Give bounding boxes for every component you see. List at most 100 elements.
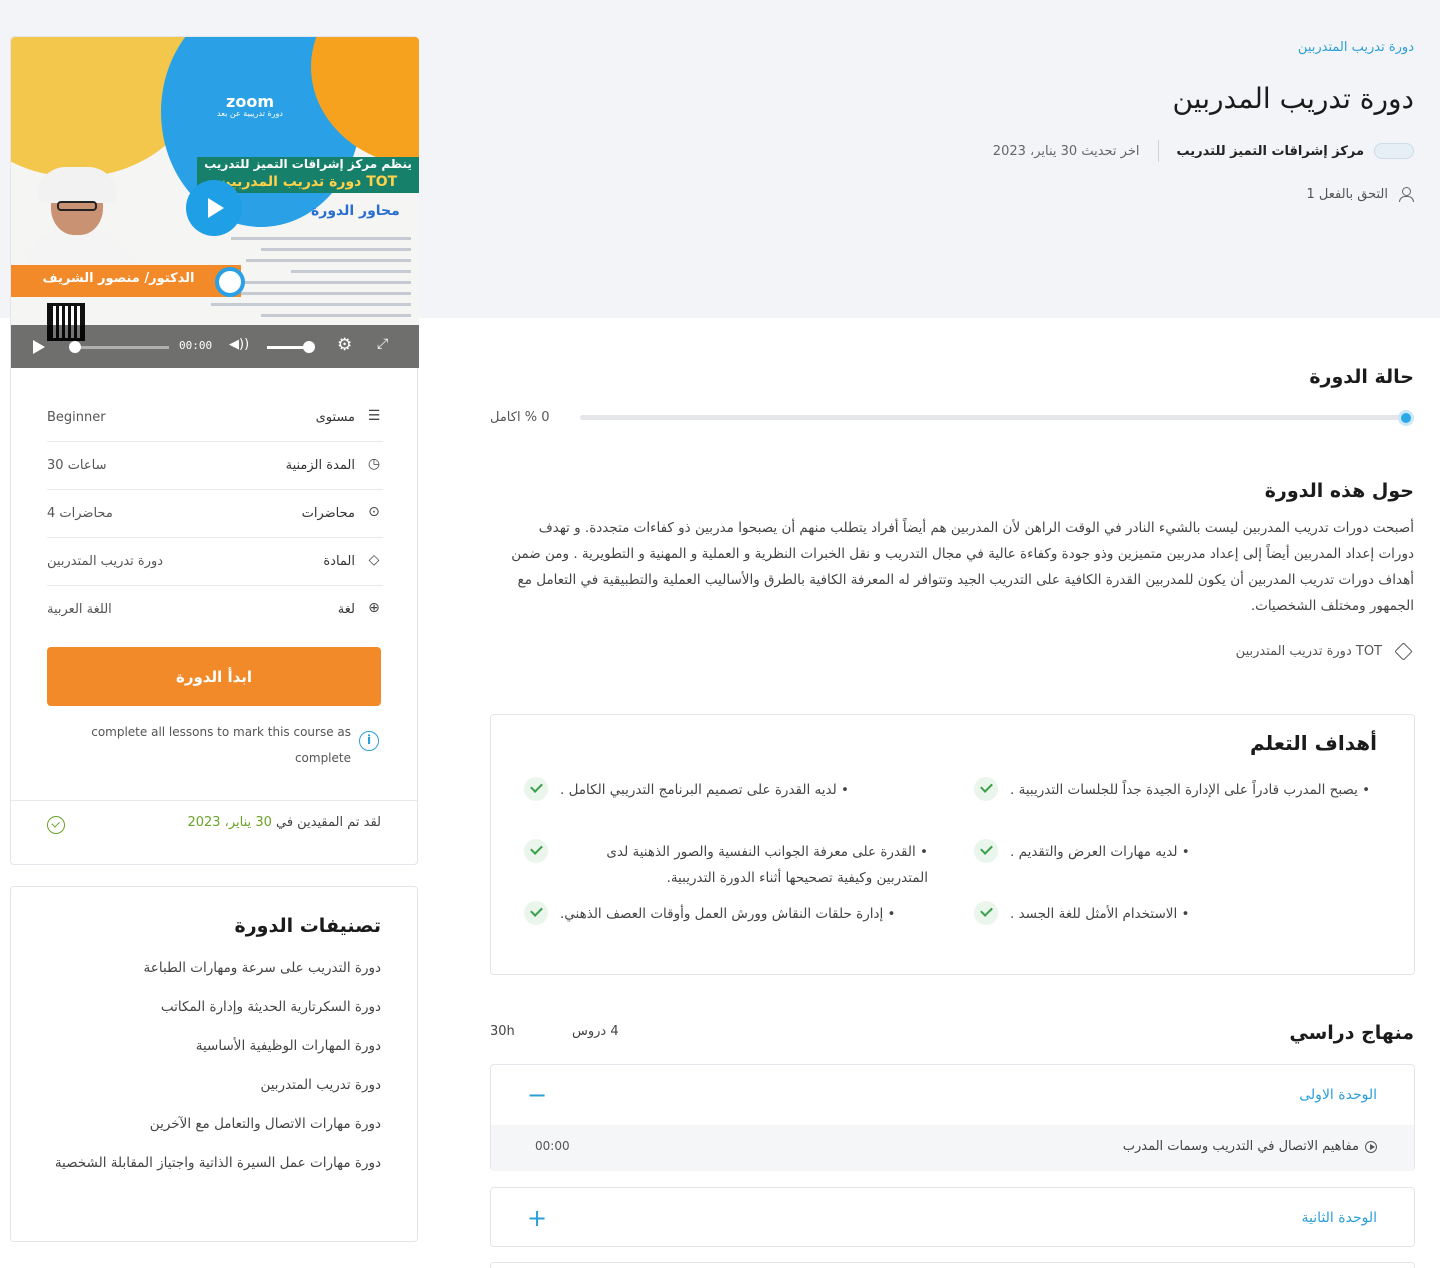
check-icon <box>524 901 548 925</box>
check-icon <box>524 777 548 801</box>
seek-bar[interactable] <box>71 346 169 349</box>
info-row-lectures: ⊙ محاضرات 4 محاضرات <box>47 490 383 538</box>
goal-item: • القدرة على معرفة الجوانب النفسية والصو… <box>524 839 928 891</box>
expand-icon[interactable]: + <box>527 1206 547 1230</box>
progress-indicator <box>1398 410 1414 426</box>
unit-title[interactable]: الوحدة الاولى <box>1299 1087 1377 1103</box>
globe-icon: ⊕ <box>368 600 380 616</box>
category-link[interactable]: دورة مهارات الاتصال والتعامل مع الآخرين <box>41 1111 381 1137</box>
total-hours: 30h <box>490 1024 515 1039</box>
unit-panel: الوحدة الاولى − مفاهيم الاتصال في التدري… <box>490 1064 1415 1171</box>
course-status-title: حالة الدورة <box>1309 366 1414 388</box>
enrollment-date-value: 30 يناير، 2023 <box>187 815 272 830</box>
sliders-icon: ☰ <box>367 408 381 424</box>
curriculum-title: منهاج دراسي <box>1289 1022 1414 1044</box>
tag-icon: ◇ <box>368 552 380 568</box>
play-button[interactable] <box>186 180 242 236</box>
info-row-subject: ◇ المادة دورة تدريب المتدربين <box>47 538 383 586</box>
video-time: 00:00 <box>179 339 213 352</box>
enrollment-date: لقد تم المقيدين في 30 يناير، 2023 <box>187 815 381 830</box>
check-icon <box>974 839 998 863</box>
zoom-subtitle: دورة تدريبية عن بعد <box>217 109 283 118</box>
course-tag[interactable]: دورة تدريب المتدربين TOT <box>1236 643 1414 659</box>
video-banner-text: ينظم مركز إشراقات التميز للتدريب <box>204 157 412 171</box>
goal-text: • القدرة على معرفة الجوانب النفسية والصو… <box>606 844 928 886</box>
goal-text: • لديه مهارات العرض والتقديم . <box>1010 844 1190 860</box>
unit-panel: الوحدة الثانية + <box>490 1187 1415 1247</box>
volume-icon[interactable]: ◀)) <box>229 337 249 352</box>
video-controls: 00:00 ◀)) ⚙ ⤢ <box>11 325 419 368</box>
goal-item: • لديه مهارات العرض والتقديم . <box>974 839 1378 865</box>
category-link[interactable]: دورة مهارات عمل السيرة الذاتية واجتياز ا… <box>41 1150 381 1176</box>
page-title: دورة تدريب المدربين <box>1172 82 1414 115</box>
about-title: حول هذه الدورة <box>1264 480 1414 502</box>
org-logo <box>1374 143 1414 159</box>
course-sidebar-card: zoom دورة تدريبية عن بعد ينظم مركز إشراق… <box>10 36 419 865</box>
info-row-duration: ◷ المدة الزمنية 30 ساعات <box>47 442 383 490</box>
fullscreen-icon[interactable]: ⤢ <box>377 336 388 352</box>
enrollment-date-prefix: لقد تم المقيدين في <box>271 815 381 830</box>
goal-item: • يصبح المدرب قادراً على الإدارة الجيدة … <box>974 777 1378 803</box>
video-thumbnail-shape <box>215 267 245 297</box>
info-row-language: ⊕ لغة اللغة العربية <box>47 586 383 634</box>
video-axes-title: محاور الدورة <box>311 203 400 219</box>
instructor-name: الدكتور/ منصور الشريف <box>42 271 195 286</box>
collapse-icon[interactable]: − <box>527 1083 547 1107</box>
check-circle-icon <box>47 816 65 834</box>
info-label: لغة <box>337 602 355 617</box>
goal-text: • الاستخدام الأمثل للغة الجسد . <box>1010 906 1190 922</box>
categories-card: تصنيفات الدورة دورة التدريب على سرعة ومه… <box>10 886 418 1242</box>
meta-divider <box>1157 140 1159 162</box>
enrolled-label: 1 التحق بالفعل <box>1306 186 1388 202</box>
learning-goals-title: أهداف التعلم <box>1250 731 1377 755</box>
org-name[interactable]: مركز إشراقات التميز للتدريب <box>1177 144 1364 159</box>
category-link[interactable]: دورة السكرتارية الحديثة وإدارة المكاتب <box>41 994 381 1020</box>
unit-panel <box>490 1262 1415 1268</box>
course-tag-label: دورة تدريب المتدربين TOT <box>1235 643 1382 659</box>
info-value[interactable]: دورة تدريب المتدربين <box>47 554 163 569</box>
info-icon: i <box>359 731 379 751</box>
categories-title: تصنيفات الدورة <box>234 915 381 937</box>
learning-goals-box: أهداف التعلم • يصبح المدرب قادراً على ال… <box>490 714 1415 975</box>
breadcrumb[interactable]: دورة تدريب المتدربين <box>1298 40 1414 55</box>
info-value: 30 ساعات <box>47 458 107 473</box>
gear-icon[interactable]: ⚙ <box>337 335 352 355</box>
category-link[interactable]: دورة المهارات الوظيفية الأساسية <box>41 1033 381 1059</box>
about-description: أصبحت دورات تدريب المدربين ليست بالشيء ا… <box>511 520 1414 614</box>
info-value: 4 محاضرات <box>47 506 113 521</box>
lesson-row[interactable]: مفاهيم الاتصال في التدريب وسمات المدرب 0… <box>491 1125 1414 1171</box>
play-icon[interactable] <box>33 340 45 354</box>
check-icon <box>974 901 998 925</box>
info-row-level: ☰ مستوى Beginner <box>47 394 383 442</box>
user-icon <box>1398 186 1414 202</box>
check-icon <box>524 839 548 863</box>
info-label: المادة <box>323 554 355 569</box>
play-circle-icon: ⊙ <box>368 504 380 520</box>
progress-bar <box>580 415 1414 420</box>
goal-item: • إدارة حلقات النقاش وورش العمل وأوقات ا… <box>524 901 928 927</box>
info-label: محاضرات <box>301 506 355 521</box>
video-player[interactable]: zoom دورة تدريبية عن بعد ينظم مركز إشراق… <box>11 37 419 368</box>
info-value: اللغة العربية <box>47 602 112 617</box>
play-circle-icon <box>1365 1140 1377 1153</box>
lessons-count: 4 دروس <box>572 1024 619 1039</box>
goal-text: • لديه القدرة على تصميم البرنامج التدريب… <box>560 782 849 798</box>
goal-item: • لديه القدرة على تصميم البرنامج التدريب… <box>524 777 928 803</box>
course-meta: مركز إشراقات التميز للتدريب اخر تحديث 30… <box>993 138 1414 164</box>
categories-list: دورة التدريب على سرعة ومهارات الطباعة دو… <box>41 955 381 1189</box>
volume-handle[interactable] <box>303 341 315 353</box>
lesson-title-text: مفاهيم الاتصال في التدريب وسمات المدرب <box>1122 1139 1359 1154</box>
tag-icon <box>1392 643 1414 659</box>
seek-handle[interactable] <box>69 341 81 353</box>
info-label: مستوى <box>315 410 355 425</box>
clock-icon: ◷ <box>367 456 381 472</box>
start-course-button[interactable]: ابدأ الدورة <box>47 647 381 706</box>
category-link[interactable]: دورة تدريب المتدربين <box>41 1072 381 1098</box>
goal-text: • إدارة حلقات النقاش وورش العمل وأوقات ا… <box>560 906 896 922</box>
info-value: Beginner <box>47 410 106 425</box>
complete-note: complete all lessons to mark this course… <box>91 725 351 765</box>
lesson-duration: 00:00 <box>535 1139 570 1153</box>
check-icon <box>974 777 998 801</box>
category-link[interactable]: دورة التدريب على سرعة ومهارات الطباعة <box>41 955 381 981</box>
unit-title[interactable]: الوحدة الثانية <box>1302 1210 1377 1226</box>
